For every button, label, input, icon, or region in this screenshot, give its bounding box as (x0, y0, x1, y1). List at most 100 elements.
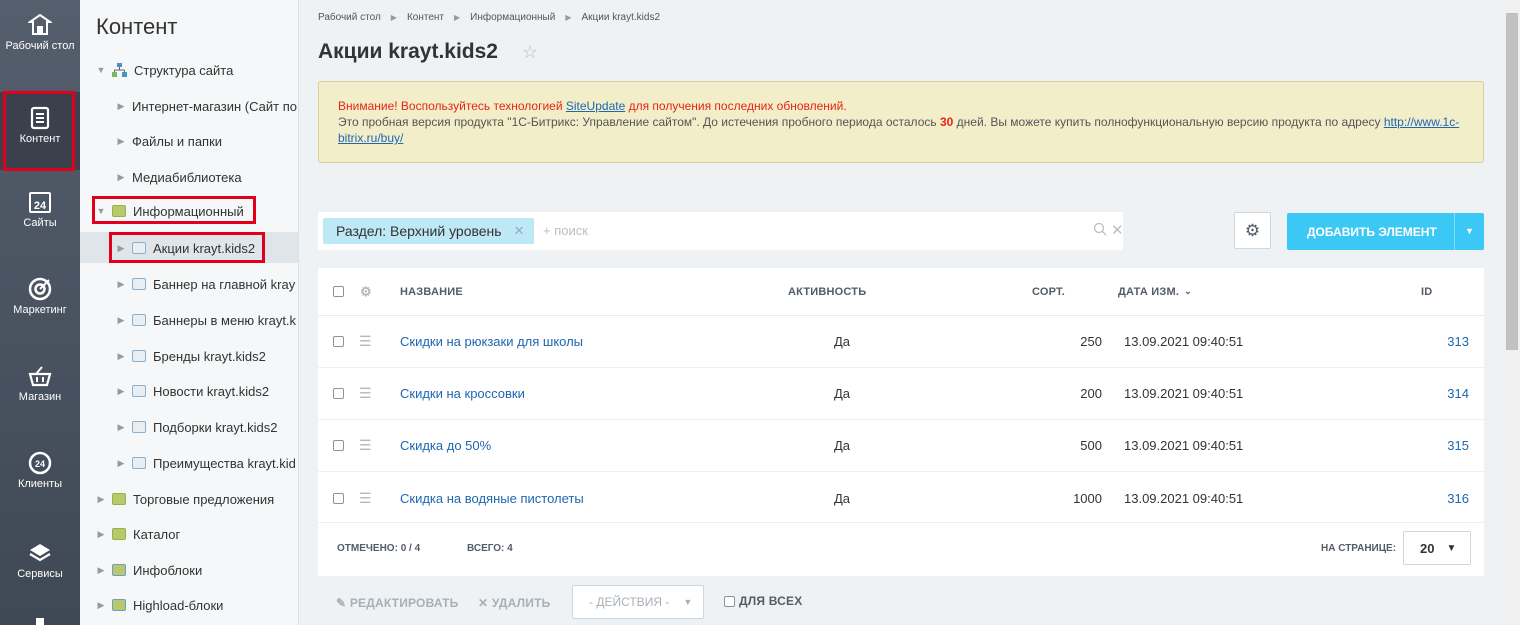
tree-node-banner-main[interactable]: ▶ Баннер на главной kray (116, 274, 296, 294)
tree-node-akcii[interactable]: ▶ Акции krayt.kids2 (116, 238, 256, 258)
actions-select[interactable]: - ДЕЙСТВИЯ - ▼ (572, 585, 704, 619)
tree-node-label: Файлы и папки (132, 133, 223, 149)
header-name[interactable]: НАЗВАНИЕ (400, 268, 463, 315)
collapsed-arrow-icon[interactable]: ▶ (116, 422, 126, 433)
tree-node-files[interactable]: ▶ Файлы и папки (116, 131, 223, 151)
collapsed-arrow-icon[interactable]: ▶ (116, 172, 126, 183)
group-actions-panel: ✎ РЕДАКТИРОВАТЬ ✕ УДАЛИТЬ - ДЕЙСТВИЯ - ▼… (318, 576, 1484, 625)
settings-button[interactable]: ⚙ (1234, 212, 1271, 249)
delete-action[interactable]: ✕ УДАЛИТЬ (478, 596, 550, 610)
collapsed-arrow-icon[interactable]: ▶ (96, 565, 106, 576)
nav-item-sites[interactable]: 24 Сайты (0, 190, 80, 229)
breadcrumb-separator-icon: ▶ (565, 13, 572, 22)
nav-item-marketing[interactable]: Маркетинг (0, 277, 80, 316)
drag-handle-icon[interactable]: ☰ (359, 316, 372, 367)
header-sort[interactable]: СОРТ. (1032, 268, 1065, 315)
breadcrumb-item[interactable]: Акции krayt.kids2 (582, 12, 661, 23)
element-name-link[interactable]: Скидка на водяные пистолеты (400, 472, 584, 524)
edit-action[interactable]: ✎ РЕДАКТИРОВАТЬ (336, 596, 459, 610)
drag-handle-icon[interactable]: ☰ (359, 420, 372, 471)
header-date[interactable]: ДАТА ИЗМ. ⌄ (1118, 268, 1192, 315)
nav-item-services[interactable]: Сервисы (0, 541, 80, 580)
search-icon[interactable] (1093, 222, 1107, 236)
row-checkbox[interactable] (333, 316, 344, 367)
tree-node-collections[interactable]: ▶ Подборки krayt.kids2 (116, 417, 278, 437)
sort-value: 200 (1080, 386, 1102, 401)
drag-handle-icon[interactable]: ☰ (359, 368, 372, 419)
collapsed-arrow-icon[interactable]: ▶ (116, 136, 126, 147)
collapsed-arrow-icon[interactable]: ▶ (116, 243, 126, 254)
tree-node-highload[interactable]: ▶ Highload-блоки (96, 595, 224, 615)
expand-arrow-icon[interactable]: ▼ (96, 206, 106, 216)
collapsed-arrow-icon[interactable]: ▶ (116, 351, 126, 362)
collapsed-arrow-icon[interactable]: ▶ (96, 529, 106, 540)
tree-node-banners-menu[interactable]: ▶ Баннеры в меню krayt.k (116, 310, 297, 330)
id-link[interactable]: 314 (1418, 368, 1469, 419)
collapsed-arrow-icon[interactable]: ▶ (96, 600, 106, 611)
filter-chip[interactable]: Раздел: Верхний уровень ✕ (323, 218, 535, 244)
id-link[interactable]: 315 (1418, 420, 1469, 471)
row-checkbox[interactable] (333, 368, 344, 419)
nav-item-content[interactable]: Контент (0, 92, 80, 170)
collapsed-arrow-icon[interactable]: ▶ (96, 494, 106, 505)
add-element-button[interactable]: ДОБАВИТЬ ЭЛЕМЕНТ ▼ (1287, 213, 1484, 250)
collapsed-arrow-icon[interactable]: ▶ (116, 279, 126, 290)
tree-node-label: Новости krayt.kids2 (153, 383, 270, 399)
filter-bar[interactable]: Раздел: Верхний уровень ✕ + поиск ✕ (318, 212, 1124, 250)
element-name-link[interactable]: Скидка до 50% (400, 420, 491, 471)
table-row[interactable]: ☰ Скидки на рюкзаки для школы Да 250 13.… (318, 316, 1484, 368)
breadcrumb-item[interactable]: Контент (407, 12, 444, 23)
element-name-link[interactable]: Скидки на рюкзаки для школы (400, 316, 583, 367)
tree-node-advantages[interactable]: ▶ Преимущества krayt.kid (116, 453, 296, 473)
table-row[interactable]: ☰ Скидка до 50% Да 500 13.09.2021 09:40:… (318, 420, 1484, 472)
tree-node-informational[interactable]: ▼ Информационный (96, 201, 244, 221)
collapsed-arrow-icon[interactable]: ▶ (116, 386, 126, 397)
filter-chip-label: Раздел: Верхний уровень (336, 223, 502, 239)
tree-node-catalog[interactable]: ▶ Каталог (96, 524, 181, 544)
element-name-link[interactable]: Скидки на кроссовки (400, 368, 525, 419)
close-icon[interactable]: ✕ (514, 223, 525, 239)
favorite-star-icon[interactable]: ☆ (522, 42, 538, 63)
iblock-icon (132, 242, 146, 254)
active-value: Да (834, 334, 851, 349)
collapsed-arrow-icon[interactable]: ▶ (116, 315, 126, 326)
row-checkbox[interactable] (333, 420, 344, 471)
tree-node-infoblocks[interactable]: ▶ Инфоблоки (96, 560, 203, 580)
header-active[interactable]: АКТИВНОСТЬ (788, 268, 866, 315)
nav-item-clients[interactable]: 24 Клиенты (0, 451, 80, 490)
nav-item-shop[interactable]: Магазин (0, 364, 80, 403)
header-id[interactable]: ID (1421, 268, 1432, 315)
nav-item-desktop[interactable]: Рабочий стол (0, 13, 80, 52)
trial-days-count: 30 (939, 115, 954, 129)
nav-label: Сервисы (17, 568, 63, 580)
select-all-checkbox[interactable] (333, 268, 344, 315)
tree-node-offers[interactable]: ▶ Торговые предложения (96, 489, 275, 509)
search-input[interactable]: + поиск (543, 223, 588, 238)
expand-arrow-icon[interactable]: ▼ (96, 65, 106, 75)
tree-node-site-structure[interactable]: ▼ Структура сайта (96, 60, 234, 80)
breadcrumb-item[interactable]: Рабочий стол (318, 12, 381, 23)
for-all-option[interactable]: ДЛЯ ВСЕХ (724, 594, 802, 608)
tree-node-eshop[interactable]: ▶ Интернет-магазин (Сайт по (116, 96, 297, 116)
per-page-select[interactable]: 20 ▼ (1403, 531, 1471, 565)
for-all-checkbox[interactable] (724, 595, 735, 607)
chevron-down-icon[interactable]: ▼ (1454, 213, 1484, 250)
id-link[interactable]: 316 (1418, 472, 1469, 524)
breadcrumb-item[interactable]: Информационный (470, 12, 555, 23)
id-link[interactable]: 313 (1418, 316, 1469, 367)
scrollbar-thumb[interactable] (1506, 13, 1518, 350)
siteupdate-link[interactable]: SiteUpdate (566, 99, 625, 113)
table-row[interactable]: ☰ Скидка на водяные пистолеты Да 1000 13… (318, 472, 1484, 524)
drag-handle-icon[interactable]: ☰ (359, 472, 372, 524)
table-footer: ОТМЕЧЕНО: 0 / 4 ВСЕГО: 4 НА СТРАНИЦЕ: 20… (318, 522, 1484, 574)
tree-node-news[interactable]: ▶ Новости krayt.kids2 (116, 381, 270, 401)
tree-node-media[interactable]: ▶ Медиабиблиотека (116, 167, 242, 187)
row-checkbox[interactable] (333, 472, 344, 524)
collapsed-arrow-icon[interactable]: ▶ (116, 458, 126, 469)
column-settings-gear-icon[interactable]: ⚙ (360, 268, 372, 315)
collapsed-arrow-icon[interactable]: ▶ (116, 101, 126, 112)
selected-count: ОТМЕЧЕНО: 0 / 4 (337, 543, 421, 554)
table-row[interactable]: ☰ Скидки на кроссовки Да 200 13.09.2021 … (318, 368, 1484, 420)
tree-node-brands[interactable]: ▶ Бренды krayt.kids2 (116, 346, 266, 366)
clear-filter-icon[interactable]: ✕ (1111, 221, 1124, 239)
